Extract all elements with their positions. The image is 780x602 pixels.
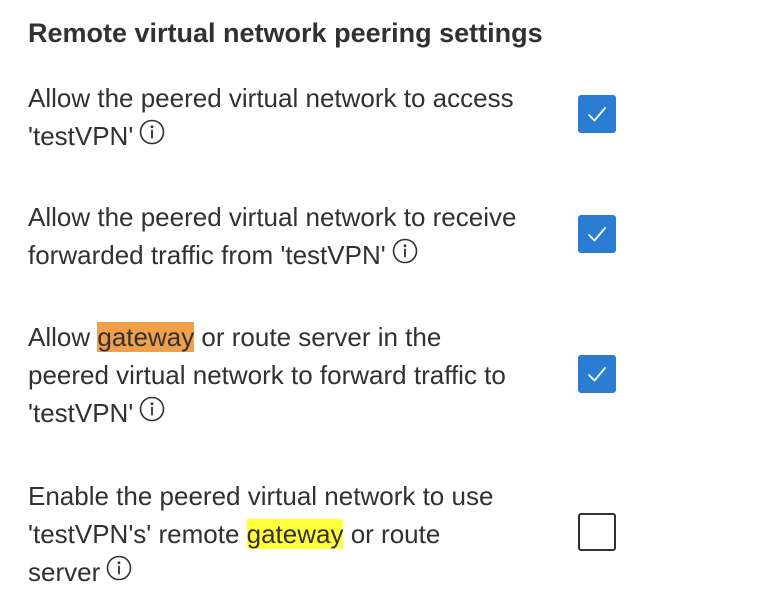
info-icon[interactable]	[106, 553, 132, 591]
search-highlight: gateway	[97, 322, 195, 352]
search-highlight: gateway	[246, 519, 344, 549]
info-icon[interactable]	[139, 117, 165, 155]
forwarded-traffic-checkbox[interactable]	[578, 215, 616, 253]
allow-access-checkbox[interactable]	[578, 95, 616, 133]
checkmark-icon	[588, 107, 606, 122]
info-icon[interactable]	[392, 236, 418, 274]
setting-remote-gateway-label: Enable the peered virtual network to use…	[28, 477, 493, 593]
remote-gateway-checkbox[interactable]	[578, 513, 616, 551]
section-title: Remote virtual network peering settings	[28, 18, 543, 48]
setting-forwarded-traffic-label: Allow the peered virtual network to rece…	[28, 198, 516, 276]
checkmark-icon	[588, 367, 606, 382]
checkmark-icon	[588, 227, 606, 242]
setting-allow-access-label: Allow the peered virtual network to acce…	[28, 79, 514, 157]
gateway-transit-checkbox[interactable]	[578, 355, 616, 393]
setting-gateway-transit-label: Allow gateway or route server in the pee…	[28, 318, 506, 434]
info-icon[interactable]	[139, 394, 165, 432]
